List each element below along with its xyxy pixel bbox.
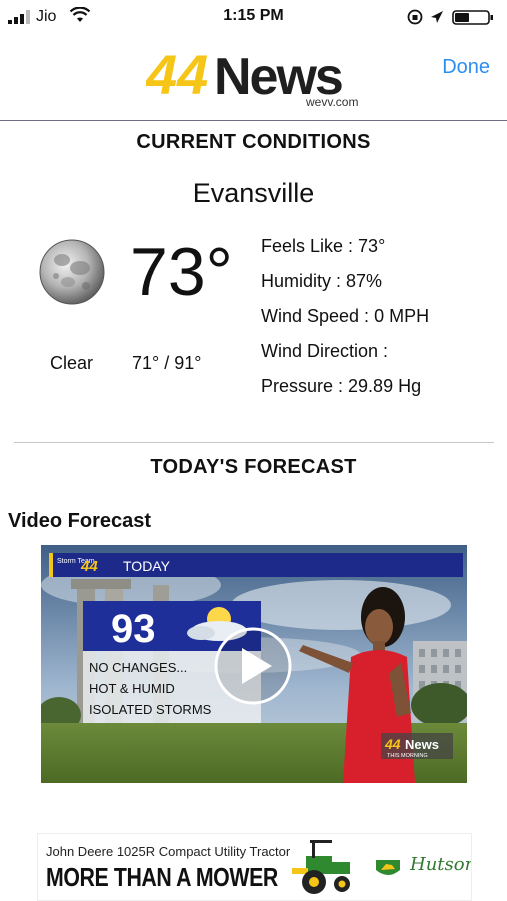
play-icon[interactable] — [214, 627, 292, 705]
detail-label: Wind Direction : — [261, 341, 389, 361]
ad-top-line: John Deere 1025R Compact Utility Tractor — [46, 844, 291, 859]
detail-feels-like: Feels Like :73° — [261, 234, 429, 269]
john-deere-logo-icon — [376, 860, 400, 875]
video-thumbnail: Storm Team 44 TODAY 93 NO CHANGES... HOT… — [41, 545, 467, 783]
detail-label: Wind Speed : — [261, 306, 370, 326]
video-bug-sub: THIS MORNING — [387, 753, 428, 759]
detail-wind-speed: Wind Speed :0 MPH — [261, 304, 429, 339]
video-brand-number: 44 — [80, 558, 98, 575]
news-logo: 44 News wevv.com — [146, 46, 358, 108]
done-button[interactable]: Done — [442, 56, 490, 79]
video-line-3: ISOLATED STORMS — [89, 702, 212, 717]
status-right-icons — [407, 9, 493, 25]
video-forecast-player[interactable]: Storm Team 44 TODAY 93 NO CHANGES... HOT… — [41, 545, 467, 783]
app-header: 44 News wevv.com Done — [0, 34, 507, 121]
detail-humidity: Humidity :87% — [261, 269, 429, 304]
detail-value: 87% — [346, 271, 383, 291]
video-bug-number: 44 — [384, 736, 401, 752]
video-line-2: HOT & HUMID — [89, 681, 175, 696]
current-conditions-title: CURRENT CONDITIONS — [136, 131, 371, 153]
tractor-icon — [292, 840, 350, 894]
detail-value: 0 MPH — [374, 306, 430, 326]
advertisement-banner[interactable]: John Deere 1025R Compact Utility Tractor… — [37, 833, 472, 901]
video-high-temp: 93 — [111, 607, 156, 651]
todays-forecast-title: TODAY'S FORECAST — [150, 456, 357, 478]
detail-label: Pressure : — [261, 376, 344, 396]
condition-text: Clear — [50, 353, 94, 373]
current-temperature: 73° — [130, 234, 233, 310]
detail-value: 29.89 Hg — [348, 376, 422, 396]
rotation-lock-icon — [407, 9, 423, 25]
city-name: Evansville — [192, 178, 315, 208]
hi-lo-temperature: 71° / 91° — [132, 353, 202, 373]
video-today-label: TODAY — [123, 558, 171, 574]
location-icon — [431, 11, 443, 23]
moon-icon — [39, 239, 105, 305]
conditions-details: Feels Like :73° Humidity :87% Wind Speed… — [261, 234, 429, 409]
video-bug-word: News — [405, 737, 439, 752]
battery-icon — [452, 10, 493, 25]
status-bar: Jio 1:15 PM — [0, 0, 507, 34]
video-forecast-label: Video Forecast — [8, 510, 152, 532]
detail-label: Feels Like : — [261, 236, 354, 256]
logo-sub: wevv.com — [305, 95, 358, 108]
section-divider — [14, 442, 494, 443]
detail-label: Humidity : — [261, 271, 342, 291]
logo-number: 44 — [146, 46, 208, 106]
detail-value: 73° — [358, 236, 386, 256]
video-line-1: NO CHANGES... — [89, 660, 187, 675]
ad-headline: MORE THAN A MOWER — [46, 862, 278, 892]
ad-dealer-name: Hutson — [410, 854, 472, 875]
detail-pressure: Pressure :29.89 Hg — [261, 374, 429, 409]
detail-wind-direction: Wind Direction : — [261, 339, 429, 374]
